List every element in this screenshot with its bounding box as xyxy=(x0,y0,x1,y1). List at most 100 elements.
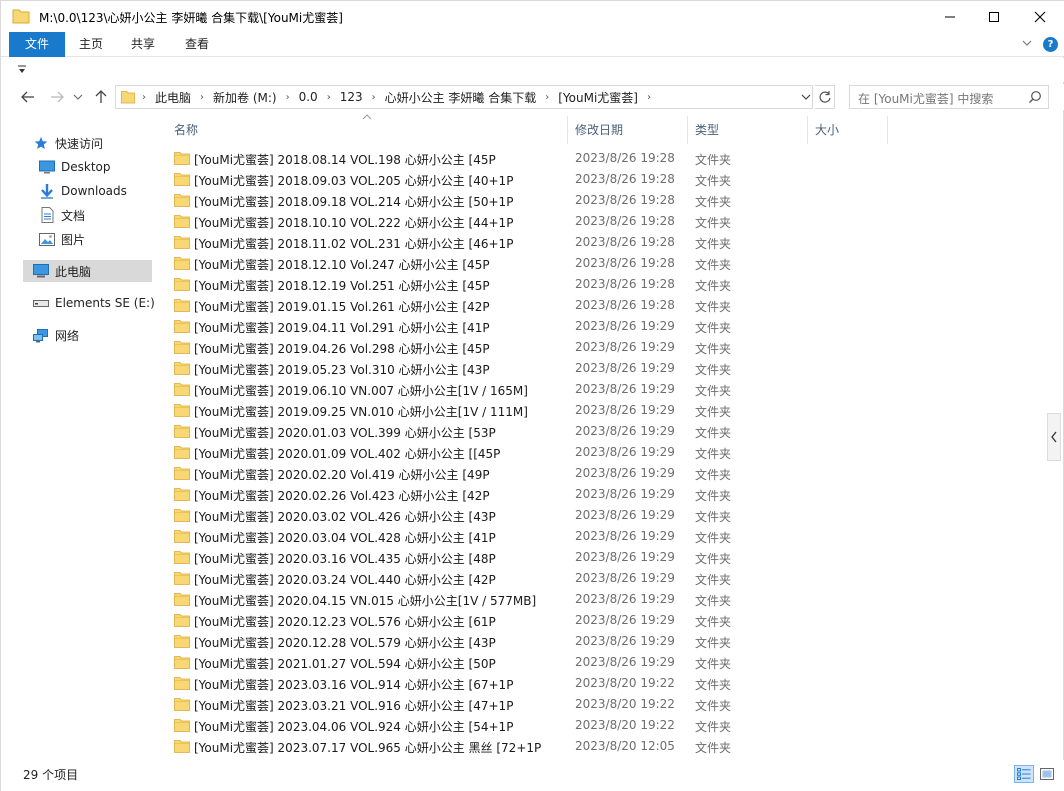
column-header-name[interactable]: 名称 xyxy=(174,119,198,141)
file-row[interactable]: [YouMi尤蜜荟] 2020.01.09 VOL.402 心妍小公主 [[45… xyxy=(157,442,1047,463)
file-row[interactable]: [YouMi尤蜜荟] 2019.04.26 Vol.298 心妍小公主 [45P… xyxy=(157,337,1047,358)
file-name: [YouMi尤蜜荟] 2020.03.24 VOL.440 心妍小公主 [42P xyxy=(194,573,496,587)
forward-button[interactable] xyxy=(47,87,67,107)
column-divider[interactable] xyxy=(567,116,568,144)
file-row[interactable]: [YouMi尤蜜荟] 2018.12.19 Vol.251 心妍小公主 [45P… xyxy=(157,274,1047,295)
close-button[interactable] xyxy=(1017,1,1063,32)
file-row[interactable]: [YouMi尤蜜荟] 2019.06.10 VN.007 心妍小公主[1V / … xyxy=(157,379,1047,400)
help-button[interactable]: ? xyxy=(1043,37,1058,52)
file-type: 文件夹 xyxy=(695,699,732,713)
column-header-size[interactable]: 大小 xyxy=(815,119,839,141)
tab-home[interactable]: 主页 xyxy=(71,32,111,57)
file-row[interactable]: [YouMi尤蜜荟] 2023.03.16 VOL.914 心妍小公主 [67+… xyxy=(157,673,1047,694)
file-row[interactable]: [YouMi尤蜜荟] 2021.01.27 VOL.594 心妍小公主 [50P… xyxy=(157,652,1047,673)
search-icon[interactable] xyxy=(1028,90,1042,104)
folder-icon xyxy=(174,655,190,669)
file-row[interactable]: [YouMi尤蜜荟] 2020.03.24 VOL.440 心妍小公主 [42P… xyxy=(157,568,1047,589)
file-row[interactable]: [YouMi尤蜜荟] 2018.11.02 VOL.231 心妍小公主 [46+… xyxy=(157,232,1047,253)
file-row[interactable]: [YouMi尤蜜荟] 2019.05.23 Vol.310 心妍小公主 [43P… xyxy=(157,358,1047,379)
minimize-button[interactable] xyxy=(927,1,973,32)
column-divider[interactable] xyxy=(807,116,808,144)
chevron-right-icon[interactable]: › xyxy=(286,92,290,103)
file-name: [YouMi尤蜜荟] 2020.12.28 VOL.579 心妍小公主 [43P xyxy=(194,636,496,650)
file-row[interactable]: [YouMi尤蜜荟] 2018.08.14 VOL.198 心妍小公主 [45P… xyxy=(157,148,1047,169)
sidebar-item-downloads[interactable]: Downloads xyxy=(39,180,179,202)
tab-share[interactable]: 共享 xyxy=(123,32,163,57)
file-type: 文件夹 xyxy=(695,678,732,692)
chevron-right-icon[interactable]: › xyxy=(647,92,651,103)
chevron-right-icon[interactable]: › xyxy=(327,92,331,103)
breadcrumb-folder-collection[interactable]: 心妍小公主 李妍曦 合集下载 xyxy=(385,89,537,106)
preview-pane-toggle[interactable] xyxy=(1047,413,1061,461)
file-row[interactable]: [YouMi尤蜜荟] 2023.03.21 VOL.916 心妍小公主 [47+… xyxy=(157,694,1047,715)
maximize-button[interactable] xyxy=(971,1,1017,32)
back-button[interactable] xyxy=(18,87,38,107)
file-name: [YouMi尤蜜荟] 2018.11.02 VOL.231 心妍小公主 [46+… xyxy=(194,237,514,251)
chevron-right-icon[interactable]: › xyxy=(142,92,146,103)
search-input[interactable]: 在 [YouMi尤蜜荟] 中搜索 xyxy=(858,90,993,107)
breadcrumb-folder-0-0[interactable]: 0.0 xyxy=(299,90,318,104)
sidebar-item-label: 快速访问 xyxy=(55,136,104,151)
file-name: [YouMi尤蜜荟] 2020.03.02 VOL.426 心妍小公主 [43P xyxy=(194,510,496,524)
large-icons-view-button[interactable] xyxy=(1037,765,1057,783)
refresh-button[interactable] xyxy=(815,85,835,109)
sidebar-item-pictures[interactable]: 图片 xyxy=(39,228,179,250)
sidebar-item-documents[interactable]: 文档 xyxy=(39,204,179,226)
file-row[interactable]: [YouMi尤蜜荟] 2019.01.15 Vol.261 心妍小公主 [42P… xyxy=(157,295,1047,316)
file-type: 文件夹 xyxy=(695,342,732,356)
breadcrumb-current-folder[interactable]: [YouMi尤蜜荟] xyxy=(558,89,638,106)
sidebar-item-quick-access[interactable]: 快速访问 xyxy=(33,132,152,154)
tab-view[interactable]: 查看 xyxy=(177,32,217,57)
ribbon-expand-button[interactable] xyxy=(1020,38,1034,52)
file-row[interactable]: [YouMi尤蜜荟] 2020.01.03 VOL.399 心妍小公主 [53P… xyxy=(157,421,1047,442)
file-row[interactable]: [YouMi尤蜜荟] 2020.03.16 VOL.435 心妍小公主 [48P… xyxy=(157,547,1047,568)
address-history-button[interactable] xyxy=(799,86,813,108)
file-row[interactable]: [YouMi尤蜜荟] 2020.03.04 VOL.428 心妍小公主 [41P… xyxy=(157,526,1047,547)
file-type: 文件夹 xyxy=(695,195,732,209)
file-modified-date: 2023/8/26 19:29 xyxy=(575,382,675,396)
file-row[interactable]: [YouMi尤蜜荟] 2020.04.15 VN.015 心妍小公主[1V / … xyxy=(157,589,1047,610)
file-row[interactable]: [YouMi尤蜜荟] 2018.09.18 VOL.214 心妍小公主 [50+… xyxy=(157,190,1047,211)
folder-icon xyxy=(174,277,190,291)
column-divider[interactable] xyxy=(687,116,688,144)
file-row[interactable]: [YouMi尤蜜荟] 2020.02.26 Vol.423 心妍小公主 [42P… xyxy=(157,484,1047,505)
file-row[interactable]: [YouMi尤蜜荟] 2023.04.06 VOL.924 心妍小公主 [54+… xyxy=(157,715,1047,736)
column-divider[interactable] xyxy=(887,116,888,144)
sidebar-item-elements-drive[interactable]: Elements SE (E:) xyxy=(33,292,155,314)
search-box[interactable]: 在 [YouMi尤蜜荟] 中搜索 xyxy=(849,85,1049,109)
file-name: [YouMi尤蜜荟] 2019.01.15 Vol.261 心妍小公主 [42P xyxy=(194,300,490,314)
breadcrumb-volume[interactable]: 新加卷 (M:) xyxy=(213,89,277,106)
sidebar-item-this-pc[interactable]: 此电脑 xyxy=(23,260,152,282)
file-row[interactable]: [YouMi尤蜜荟] 2019.04.11 Vol.291 心妍小公主 [41P… xyxy=(157,316,1047,337)
address-bar[interactable]: › 此电脑 › 新加卷 (M:) › 0.0 › 123 › 心妍小公主 李妍曦… xyxy=(115,85,813,109)
tab-file[interactable]: 文件 xyxy=(9,32,65,57)
details-view-button[interactable] xyxy=(1014,765,1034,783)
file-row[interactable]: [YouMi尤蜜荟] 2018.10.10 VOL.222 心妍小公主 [44+… xyxy=(157,211,1047,232)
folder-icon xyxy=(174,508,190,522)
folder-icon xyxy=(174,676,190,690)
sidebar-item-network[interactable]: 网络 xyxy=(33,324,152,346)
breadcrumb-folder-123[interactable]: 123 xyxy=(340,90,363,104)
file-row[interactable]: [YouMi尤蜜荟] 2018.09.03 VOL.205 心妍小公主 [40+… xyxy=(157,169,1047,190)
sidebar-item-desktop[interactable]: Desktop xyxy=(39,156,179,178)
folder-icon xyxy=(174,403,190,417)
file-row[interactable]: [YouMi尤蜜荟] 2020.03.02 VOL.426 心妍小公主 [43P… xyxy=(157,505,1047,526)
file-modified-date: 2023/8/26 19:29 xyxy=(575,634,675,648)
chevron-right-icon[interactable]: › xyxy=(372,92,376,103)
customize-toolbar-icon[interactable] xyxy=(18,65,26,75)
title-bar[interactable]: M:\0.0\123\心妍小公主 李妍曦 合集下载\[YouMi尤蜜荟] xyxy=(1,1,1064,32)
chevron-right-icon[interactable]: › xyxy=(545,92,549,103)
file-name: [YouMi尤蜜荟] 2018.12.19 Vol.251 心妍小公主 [45P xyxy=(194,279,490,293)
breadcrumb-this-pc[interactable]: 此电脑 xyxy=(155,89,191,106)
up-button[interactable] xyxy=(91,87,111,107)
file-row[interactable]: [YouMi尤蜜荟] 2023.07.17 VOL.965 心妍小公主 黑丝 [… xyxy=(157,736,1047,757)
column-header-type[interactable]: 类型 xyxy=(695,119,719,141)
column-header-date[interactable]: 修改日期 xyxy=(575,119,623,141)
file-row[interactable]: [YouMi尤蜜荟] 2019.09.25 VN.010 心妍小公主[1V / … xyxy=(157,400,1047,421)
file-row[interactable]: [YouMi尤蜜荟] 2020.12.28 VOL.579 心妍小公主 [43P… xyxy=(157,631,1047,652)
chevron-right-icon[interactable]: › xyxy=(200,92,204,103)
recent-locations-button[interactable] xyxy=(71,87,85,107)
file-row[interactable]: [YouMi尤蜜荟] 2020.02.20 Vol.419 心妍小公主 [49P… xyxy=(157,463,1047,484)
file-row[interactable]: [YouMi尤蜜荟] 2020.12.23 VOL.576 心妍小公主 [61P… xyxy=(157,610,1047,631)
file-row[interactable]: [YouMi尤蜜荟] 2018.12.10 Vol.247 心妍小公主 [45P… xyxy=(157,253,1047,274)
